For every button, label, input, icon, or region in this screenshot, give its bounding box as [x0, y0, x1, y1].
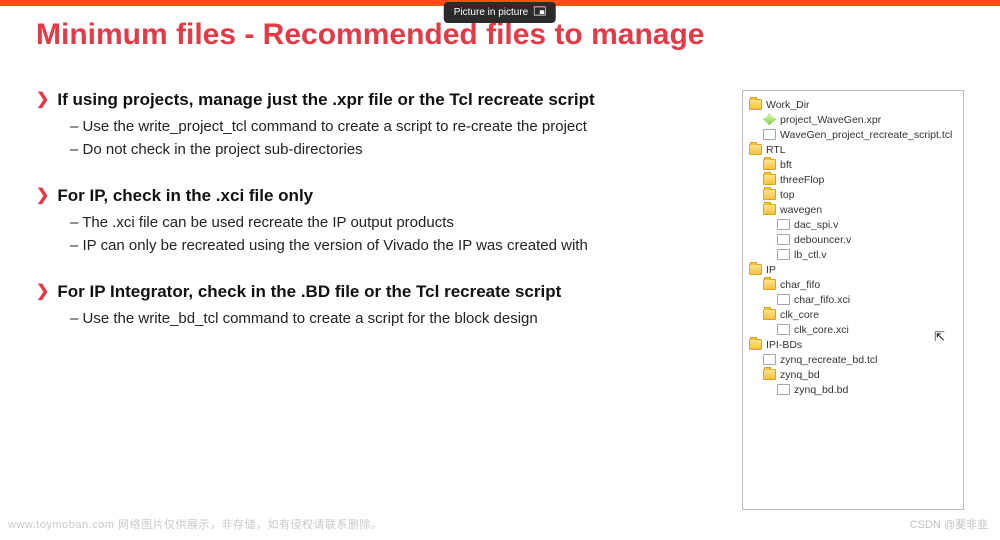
bullet-section-2: ❯ For IP, check in the .xci file only Th… [36, 186, 714, 254]
bullet-list: ❯ If using projects, manage just the .xp… [36, 90, 724, 510]
folder-icon [763, 174, 776, 185]
tree-row[interactable]: Work_Dir [749, 97, 959, 112]
tree-label: dac_spi.v [794, 219, 838, 231]
file-icon [777, 324, 790, 335]
tree-row[interactable]: IP [749, 262, 959, 277]
tree-label: threeFlop [780, 174, 824, 186]
tree-label: char_fifo [780, 279, 820, 291]
tree-row[interactable]: IPI-BDs [749, 337, 959, 352]
folder-icon [749, 99, 762, 110]
bullet-arrow-icon: ❯ [36, 90, 49, 110]
sub-bullet: IP can only be recreated using the versi… [36, 237, 714, 254]
file-icon [763, 129, 776, 140]
tree-row[interactable]: threeFlop [749, 172, 959, 187]
bullet-arrow-icon: ❯ [36, 186, 49, 206]
footer-right: CSDN @斐非韭 [910, 516, 988, 532]
tree-label: bft [780, 159, 792, 171]
folder-icon [749, 264, 762, 275]
bullet-head: For IP, check in the .xci file only [57, 186, 313, 206]
tree-label: zynq_recreate_bd.tcl [780, 354, 877, 366]
tree-row[interactable]: zynq_bd [749, 367, 959, 382]
tree-label: wavegen [780, 204, 822, 216]
tree-label: top [780, 189, 795, 201]
tree-row[interactable]: wavegen [749, 202, 959, 217]
tree-row[interactable]: clk_core [749, 307, 959, 322]
tree-label: clk_core.xci [794, 324, 849, 336]
file-icon [777, 384, 790, 395]
tree-label: Work_Dir [766, 99, 810, 111]
tree-row[interactable]: debouncer.v [749, 232, 959, 247]
bullet-arrow-icon: ❯ [36, 282, 49, 302]
folder-icon [763, 279, 776, 290]
tree-label: project_WaveGen.xpr [780, 114, 881, 126]
sub-bullet: Use the write_project_tcl command to cre… [36, 118, 714, 135]
tree-label: IP [766, 264, 776, 276]
sub-bullet: Do not check in the project sub-director… [36, 141, 714, 158]
xpr-icon [763, 114, 776, 125]
folder-icon [763, 189, 776, 200]
tree-row[interactable]: dac_spi.v [749, 217, 959, 232]
tree-row[interactable]: bft [749, 157, 959, 172]
tree-label: debouncer.v [794, 234, 851, 246]
tree-row[interactable]: WaveGen_project_recreate_script.tcl [749, 127, 959, 142]
tree-label: lb_ctl.v [794, 249, 827, 261]
file-icon [777, 249, 790, 260]
tree-label: char_fifo.xci [794, 294, 850, 306]
picture-in-picture-pill[interactable]: Picture in picture [444, 2, 556, 23]
tree-row[interactable]: zynq_bd.bd [749, 382, 959, 397]
tree-row[interactable]: RTL [749, 142, 959, 157]
tree-row[interactable]: top [749, 187, 959, 202]
tree-row[interactable]: char_fifo [749, 277, 959, 292]
tree-label: zynq_bd.bd [794, 384, 848, 396]
folder-icon [763, 369, 776, 380]
tree-label: clk_core [780, 309, 819, 321]
bullet-section-1: ❯ If using projects, manage just the .xp… [36, 90, 714, 158]
tree-row[interactable]: zynq_recreate_bd.tcl [749, 352, 959, 367]
bullet-head: If using projects, manage just the .xpr … [57, 90, 594, 110]
folder-icon [763, 204, 776, 215]
cursor-icon: ⇱ [934, 329, 945, 345]
tree-row[interactable]: lb_ctl.v [749, 247, 959, 262]
tree-row[interactable]: project_WaveGen.xpr [749, 112, 959, 127]
file-tree: ⇱ Work_Dir project_WaveGen.xpr WaveGen_pro… [742, 90, 964, 510]
bullet-head: For IP Integrator, check in the .BD file… [57, 282, 561, 302]
file-icon [777, 294, 790, 305]
pip-label: Picture in picture [454, 7, 528, 18]
file-icon [777, 219, 790, 230]
bullet-section-3: ❯ For IP Integrator, check in the .BD fi… [36, 282, 714, 327]
sub-bullet: Use the write_bd_tcl command to create a… [36, 310, 714, 327]
sub-bullet: The .xci file can be used recreate the I… [36, 214, 714, 231]
tree-row[interactable]: char_fifo.xci [749, 292, 959, 307]
folder-icon [763, 159, 776, 170]
folder-icon [763, 309, 776, 320]
tree-label: zynq_bd [780, 369, 820, 381]
footer-left: www.toymoban.com 网络图片仅供展示，非存储，如有侵权请联系删除。 [8, 516, 382, 532]
tree-row[interactable]: clk_core.xci [749, 322, 959, 337]
pip-icon [534, 6, 546, 19]
slide-title: Minimum files - Recommended files to man… [36, 18, 964, 52]
folder-icon [749, 144, 762, 155]
tree-label: WaveGen_project_recreate_script.tcl [780, 129, 952, 141]
tree-label: IPI-BDs [766, 339, 802, 351]
folder-icon [749, 339, 762, 350]
tree-label: RTL [766, 144, 786, 156]
file-icon [777, 234, 790, 245]
file-icon [763, 354, 776, 365]
